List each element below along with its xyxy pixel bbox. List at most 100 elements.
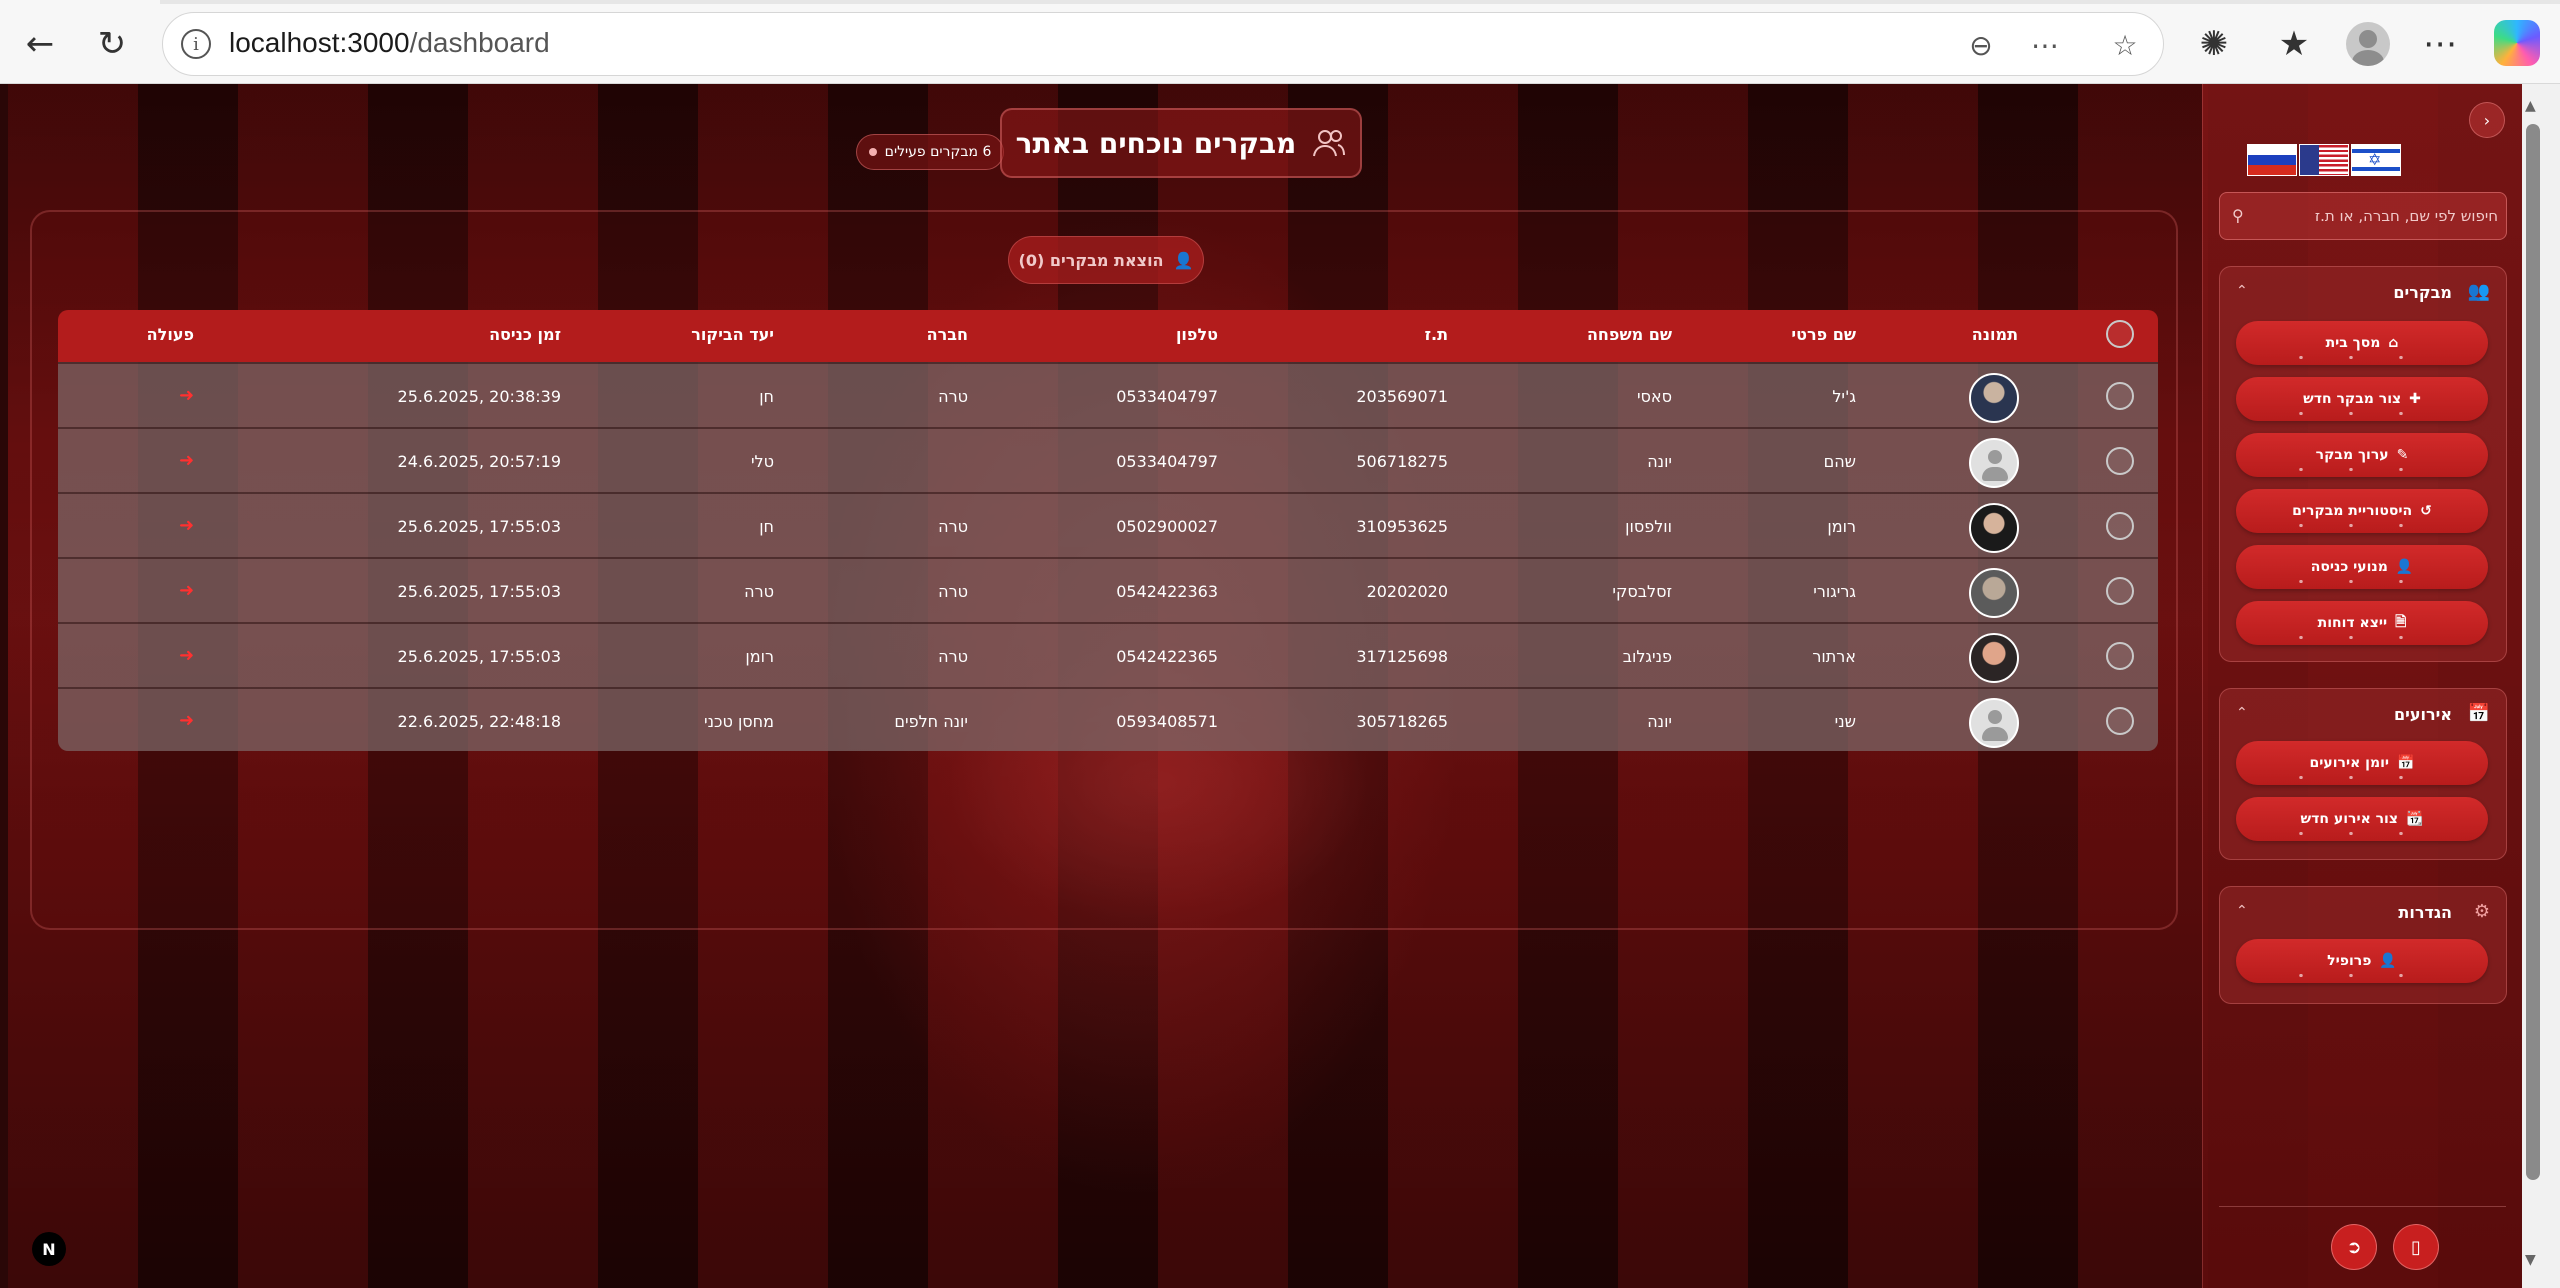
cell-last-name: סאסי xyxy=(1636,387,1672,406)
favorites-icon[interactable]: ★ xyxy=(2270,20,2318,68)
logout-icon: ➲ xyxy=(2346,1236,2362,1258)
section-settings: ⚙ הגדרות ⌃ 👤 פרופיל xyxy=(2219,886,2507,1004)
home-icon: ⌂ xyxy=(2388,335,2399,351)
nav-label: מסך בית xyxy=(2325,335,2381,351)
section-title: הגדרות xyxy=(2398,903,2452,922)
checkout-icon[interactable]: ➜ xyxy=(179,450,194,471)
nav-home-button[interactable]: ⌂ מסך בית xyxy=(2236,321,2488,365)
nav-label: מנועי כניסה xyxy=(2310,559,2388,575)
nav-profile-button[interactable]: 👤 פרופיל xyxy=(2236,939,2488,983)
mobile-view-button[interactable]: ▯ xyxy=(2393,1224,2439,1270)
avatar xyxy=(1969,568,2019,618)
nav-label: צור מבקר חדש xyxy=(2303,391,2402,407)
table-row[interactable]: שהם יונה 506718275 0533404797 טלי 24.6.2025, … xyxy=(58,427,2158,492)
checkout-icon[interactable]: ➜ xyxy=(179,385,194,406)
cell-phone: 0542422363 xyxy=(1116,582,1218,601)
table-row[interactable]: ארתור פניגלוב 317125698 0542422365 טרה רומן 25… xyxy=(58,622,2158,687)
favorite-star-icon[interactable]: ☆ xyxy=(2103,23,2147,67)
row-select-radio[interactable] xyxy=(2106,642,2134,670)
chevron-up-icon[interactable]: ⌃ xyxy=(2236,705,2248,721)
nav-events-calendar-button[interactable]: 📅 יומן אירועים xyxy=(2236,741,2488,785)
logout-button[interactable]: ➲ xyxy=(2331,1224,2377,1270)
table-row[interactable]: ג'יל סאסי 203569071 0533404797 טרה חן 25.6.202… xyxy=(58,362,2158,427)
scrollbar-thumb[interactable] xyxy=(2526,124,2540,1180)
scroll-up-icon[interactable]: ▲ xyxy=(2525,98,2536,114)
status-dot xyxy=(868,148,877,156)
mobile-icon: ▯ xyxy=(2411,1236,2421,1258)
refresh-button[interactable]: ↻ xyxy=(88,20,136,68)
user-icon: 👤 xyxy=(2379,953,2397,969)
nav-label: ערוך מבקר xyxy=(2315,447,2389,463)
copilot-icon[interactable] xyxy=(2494,20,2540,66)
col-destination: יעד הביקור xyxy=(691,325,774,344)
cell-id: 203569071 xyxy=(1356,387,1448,406)
nav-edit-visitor-button[interactable]: ✎ ערוך מבקר xyxy=(2236,433,2488,477)
cell-last-name: וולפסון xyxy=(1625,517,1672,536)
settings-menu-icon[interactable]: ⋯ xyxy=(2416,20,2464,68)
flag-russia-icon[interactable] xyxy=(2247,144,2297,176)
col-photo: תמונה xyxy=(1971,325,2018,344)
checkout-icon[interactable]: ➜ xyxy=(179,645,194,666)
extensions-icon[interactable]: ✺ xyxy=(2190,20,2238,68)
calendar-icon: 📅 xyxy=(2397,755,2415,771)
cell-phone: 0502900027 xyxy=(1116,517,1218,536)
row-select-radio[interactable] xyxy=(2106,512,2134,540)
cell-destination: רומן xyxy=(745,647,774,666)
cell-first-name: רומן xyxy=(1827,517,1856,536)
section-header[interactable]: 👥 מבקרים ⌃ xyxy=(2220,279,2506,309)
flag-usa-icon[interactable] xyxy=(2299,144,2349,176)
checkout-icon[interactable]: ➜ xyxy=(179,710,194,731)
checkout-icon[interactable]: ➜ xyxy=(179,515,194,536)
export-visitors-button[interactable]: 👤 הוצאת מבקרים (0) xyxy=(1008,236,1204,284)
table-row[interactable]: שני יונה 305718265 0593408571 יונה חלפים מחסן… xyxy=(58,687,2158,751)
chevron-up-icon[interactable]: ⌃ xyxy=(2236,903,2248,919)
profile-avatar[interactable] xyxy=(2346,22,2390,66)
page-header: מבקרים נוכחים באתר xyxy=(1000,108,1362,178)
row-select-radio[interactable] xyxy=(2106,707,2134,735)
col-id: ת.ז xyxy=(1424,325,1448,344)
zoom-out-icon[interactable]: ⊖ xyxy=(1959,23,2003,67)
language-switcher xyxy=(2247,144,2401,176)
cell-id: 310953625 xyxy=(1356,517,1448,536)
collapse-sidebar-button[interactable]: › xyxy=(2469,102,2505,138)
select-all-radio[interactable] xyxy=(2106,320,2134,348)
nav-label: ייצא דוחות xyxy=(2317,615,2388,631)
cell-company: טרה xyxy=(938,647,968,666)
section-header[interactable]: ⚙ הגדרות ⌃ xyxy=(2220,899,2506,929)
scroll-down-icon[interactable]: ▼ xyxy=(2525,1252,2536,1268)
users-icon xyxy=(1312,128,1346,158)
checkout-icon[interactable]: ➜ xyxy=(179,580,194,601)
row-select-radio[interactable] xyxy=(2106,447,2134,475)
more-page-actions-icon[interactable]: ⋯ xyxy=(2023,23,2067,67)
section-header[interactable]: 📅 אירועים ⌃ xyxy=(2220,701,2506,731)
search-icon: ⚲ xyxy=(2232,206,2244,225)
nav-export-reports-button[interactable]: 🗎 ייצא דוחות xyxy=(2236,601,2488,645)
address-bar[interactable]: i localhost:3000/dashboard ⊖ ⋯ ☆ xyxy=(162,12,2164,76)
back-button[interactable]: ← xyxy=(16,20,64,68)
user-plus-icon: ✚ xyxy=(2409,391,2421,407)
cell-id: 20202020 xyxy=(1366,582,1448,601)
user-lock-icon: 👤 xyxy=(2395,559,2414,575)
row-select-radio[interactable] xyxy=(2106,577,2134,605)
nav-visitor-history-button[interactable]: ↺ היסטוריית מבקרים xyxy=(2236,489,2488,533)
nav-new-event-button[interactable]: 📆 צור אירוע חדש xyxy=(2236,797,2488,841)
nav-label: יומן אירועים xyxy=(2309,755,2390,771)
next-dev-badge[interactable]: N xyxy=(32,1232,66,1266)
nav-entry-blocks-button[interactable]: 👤 מנועי כניסה xyxy=(2236,545,2488,589)
table-row[interactable]: גריגורי זסלבסקי 20202020 0542422363 טרה טרה 25… xyxy=(58,557,2158,622)
chevron-up-icon[interactable]: ⌃ xyxy=(2236,283,2248,299)
table-row[interactable]: רומן וולפסון 310953625 0502900027 טרה חן 25.6.… xyxy=(58,492,2158,557)
search-input[interactable] xyxy=(2254,193,2498,239)
page-scrollbar[interactable]: ▲ ▼ xyxy=(2522,84,2560,1288)
row-select-radio[interactable] xyxy=(2106,382,2134,410)
cell-first-name: שהם xyxy=(1823,452,1856,471)
user-export-icon: 👤 xyxy=(1173,250,1194,270)
nav-new-visitor-button[interactable]: ✚ צור מבקר חדש xyxy=(2236,377,2488,421)
page-title: מבקרים נוכחים באתר xyxy=(1015,126,1297,160)
flag-israel-icon[interactable] xyxy=(2351,144,2401,176)
cell-entry-time: 25.6.2025, 20:38:39 xyxy=(397,387,561,406)
section-events: 📅 אירועים ⌃ 📅 יומן אירועים 📆 צור אירוע חדש xyxy=(2219,688,2507,860)
section-title: מבקרים xyxy=(2393,283,2452,302)
site-info-icon[interactable]: i xyxy=(181,29,211,59)
sidebar: › ⚲ 👥 מבקרים ⌃ ⌂ מסך בית ✚ צור מבקר חדש ✎ ע… xyxy=(2202,84,2522,1288)
